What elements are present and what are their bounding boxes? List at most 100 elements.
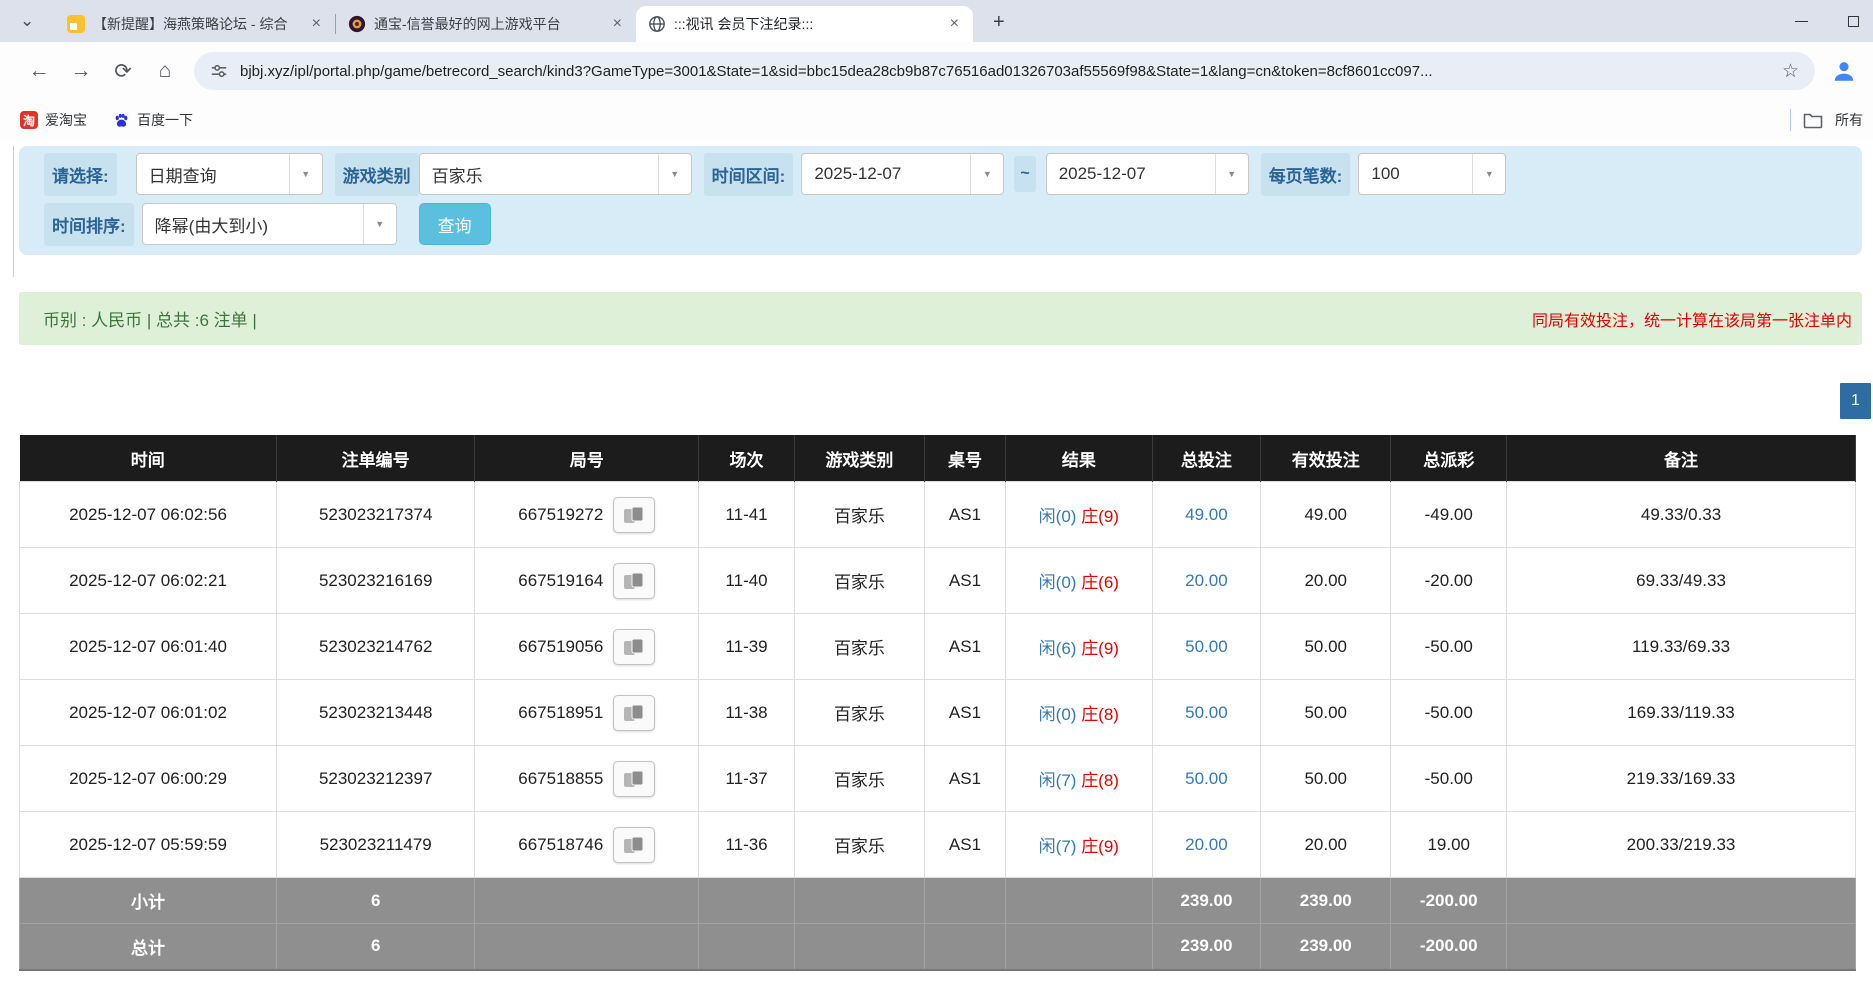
page-size-label: 每页笔数: — [1261, 153, 1351, 196]
cell-round: 667518855 — [475, 746, 699, 812]
date-to-input[interactable]: 2025-12-07 ▼ — [1046, 153, 1249, 195]
pagination-page-1[interactable]: 1 — [1840, 383, 1871, 419]
page-size-value: 100 — [1359, 154, 1472, 194]
tab-close-icon[interactable]: × — [946, 15, 963, 33]
cell-payout: 19.00 — [1391, 812, 1507, 878]
filter-row-1: 请选择: 日期查询 ▼ 游戏类别 百家乐 ▼ 时间区间: 2025-12-07 … — [19, 151, 1862, 197]
header-bet-id: 注单编号 — [277, 436, 475, 482]
tab-close-icon[interactable]: × — [609, 15, 626, 33]
page-content: 请选择: 日期查询 ▼ 游戏类别 百家乐 ▼ 时间区间: 2025-12-07 … — [0, 140, 1873, 985]
cell-game-type: 百家乐 — [794, 548, 924, 614]
tab-tongbao[interactable]: 通宝-信誉最好的网上游戏平台 × — [336, 6, 636, 42]
round-id: 667518855 — [518, 769, 603, 789]
round-image-button[interactable] — [613, 827, 655, 863]
result-banker: 庄(8) — [1081, 771, 1119, 790]
sort-order-value: 降幂(由大到小) — [143, 204, 363, 244]
sort-order-select[interactable]: 降幂(由大到小) ▼ — [142, 203, 397, 245]
new-tab-button[interactable]: + — [987, 11, 1011, 34]
all-bookmarks-label[interactable]: 所有 — [1835, 110, 1863, 130]
date-from-input[interactable]: 2025-12-07 ▼ — [801, 153, 1004, 195]
subtotal-valid-bet: 239.00 — [1261, 878, 1391, 924]
chevron-down-icon[interactable]: ▼ — [289, 154, 322, 194]
tab-title: 【新提醒】海燕策略论坛 - 综合 — [93, 14, 300, 34]
result-player: 闲(0) — [1039, 507, 1077, 526]
total-bet-link[interactable]: 49.00 — [1185, 505, 1228, 524]
round-image-button[interactable] — [613, 695, 655, 731]
total-bet-link[interactable]: 50.00 — [1185, 703, 1228, 722]
header-table-no: 桌号 — [925, 436, 1006, 482]
chevron-down-icon[interactable]: ▼ — [658, 154, 691, 194]
tab-close-icon[interactable]: × — [308, 15, 325, 33]
table-row: 2025-12-07 06:02:21 523023216169 6675191… — [20, 548, 1856, 614]
subtotal-label: 小计 — [20, 878, 277, 924]
cell-table-no: AS1 — [925, 746, 1006, 812]
game-type-label: 游戏类别 — [335, 153, 419, 196]
home-icon[interactable]: ⌂ — [144, 59, 186, 83]
date-from-value: 2025-12-07 — [802, 154, 970, 194]
total-bet-link[interactable]: 20.00 — [1185, 571, 1228, 590]
cell-total-bet: 20.00 — [1152, 548, 1260, 614]
select-type-label: 请选择: — [44, 153, 117, 196]
round-image-button[interactable] — [613, 497, 655, 533]
round-id: 667519164 — [518, 571, 603, 591]
window-minimize-icon[interactable] — [1795, 21, 1808, 22]
filter-row-2: 时间排序: 降幂(由大到小) ▼ 查询 — [19, 201, 1862, 247]
query-type-select[interactable]: 日期查询 ▼ — [136, 153, 323, 195]
cell-round: 667519272 — [475, 482, 699, 548]
cell-session: 11-40 — [699, 548, 794, 614]
cell-game-type: 百家乐 — [794, 812, 924, 878]
search-button[interactable]: 查询 — [419, 203, 491, 245]
chevron-down-icon[interactable]: ▼ — [1472, 154, 1505, 194]
date-to-value: 2025-12-07 — [1047, 154, 1215, 194]
tab-title: :::视讯 会员下注纪录::: — [674, 14, 938, 34]
container-border-line — [13, 146, 14, 277]
taobao-icon: 淘 — [20, 111, 38, 129]
total-bet-link[interactable]: 50.00 — [1185, 637, 1228, 656]
chevron-down-icon[interactable]: ▼ — [363, 204, 396, 244]
tab-forum[interactable]: 【新提醒】海燕策略论坛 - 综合 × — [55, 6, 335, 42]
summary-bar: 币别 : 人民币 | 总共 :6 注单 | 同局有效投注，统一计算在该局第一张注… — [19, 292, 1862, 345]
tab-bet-records-active[interactable]: :::视讯 会员下注纪录::: × — [636, 6, 973, 42]
cell-table-no: AS1 — [925, 482, 1006, 548]
chevron-down-icon[interactable]: ▼ — [1215, 154, 1248, 194]
forum-favicon-icon — [67, 15, 85, 33]
bookmark-aitaobao[interactable]: 淘 爱淘宝 — [20, 110, 87, 130]
bookmark-label: 爱淘宝 — [45, 110, 87, 130]
cell-bet-id: 523023211479 — [277, 812, 475, 878]
tab-search-chevron-icon[interactable]: ⌄ — [20, 11, 34, 31]
total-bet-link[interactable]: 50.00 — [1185, 769, 1228, 788]
profile-avatar-icon[interactable] — [1829, 56, 1859, 86]
round-image-button[interactable] — [613, 629, 655, 665]
reload-icon[interactable]: ⟳ — [102, 59, 144, 84]
round-image-button[interactable] — [613, 563, 655, 599]
window-maximize-icon[interactable] — [1848, 16, 1859, 27]
address-bar[interactable]: bjbj.xyz/ipl/portal.php/game/betrecord_s… — [194, 52, 1815, 90]
header-payout: 总派彩 — [1391, 436, 1507, 482]
all-bookmarks-folder-icon[interactable] — [1803, 112, 1823, 129]
tongbao-favicon-icon — [348, 15, 366, 33]
cell-result: 闲(0) 庄(6) — [1005, 548, 1152, 614]
total-valid-bet: 239.00 — [1261, 924, 1391, 970]
total-bet-link[interactable]: 20.00 — [1185, 835, 1228, 854]
site-info-icon[interactable] — [210, 62, 228, 80]
header-remark: 备注 — [1507, 436, 1856, 482]
bookmark-baidu[interactable]: 百度一下 — [113, 110, 193, 130]
result-player: 闲(7) — [1039, 771, 1077, 790]
url-text[interactable]: bjbj.xyz/ipl/portal.php/game/betrecord_s… — [240, 63, 1770, 80]
cell-remark: 200.33/219.33 — [1507, 812, 1856, 878]
game-type-select[interactable]: 百家乐 ▼ — [419, 153, 692, 195]
cell-valid-bet: 49.00 — [1261, 482, 1391, 548]
result-player: 闲(7) — [1039, 837, 1077, 856]
page-size-select[interactable]: 100 ▼ — [1358, 153, 1506, 195]
cell-valid-bet: 20.00 — [1261, 548, 1391, 614]
bookmark-star-icon[interactable]: ☆ — [1782, 60, 1799, 83]
chevron-down-icon[interactable]: ▼ — [970, 154, 1003, 194]
round-image-button[interactable] — [613, 761, 655, 797]
bookmarks-divider — [1790, 109, 1791, 131]
back-icon[interactable]: ← — [18, 59, 60, 83]
forward-icon[interactable]: → — [60, 59, 102, 83]
sort-order-label: 时间排序: — [44, 203, 134, 246]
header-result: 结果 — [1005, 436, 1152, 482]
query-type-value: 日期查询 — [137, 154, 289, 194]
cell-table-no: AS1 — [925, 680, 1006, 746]
